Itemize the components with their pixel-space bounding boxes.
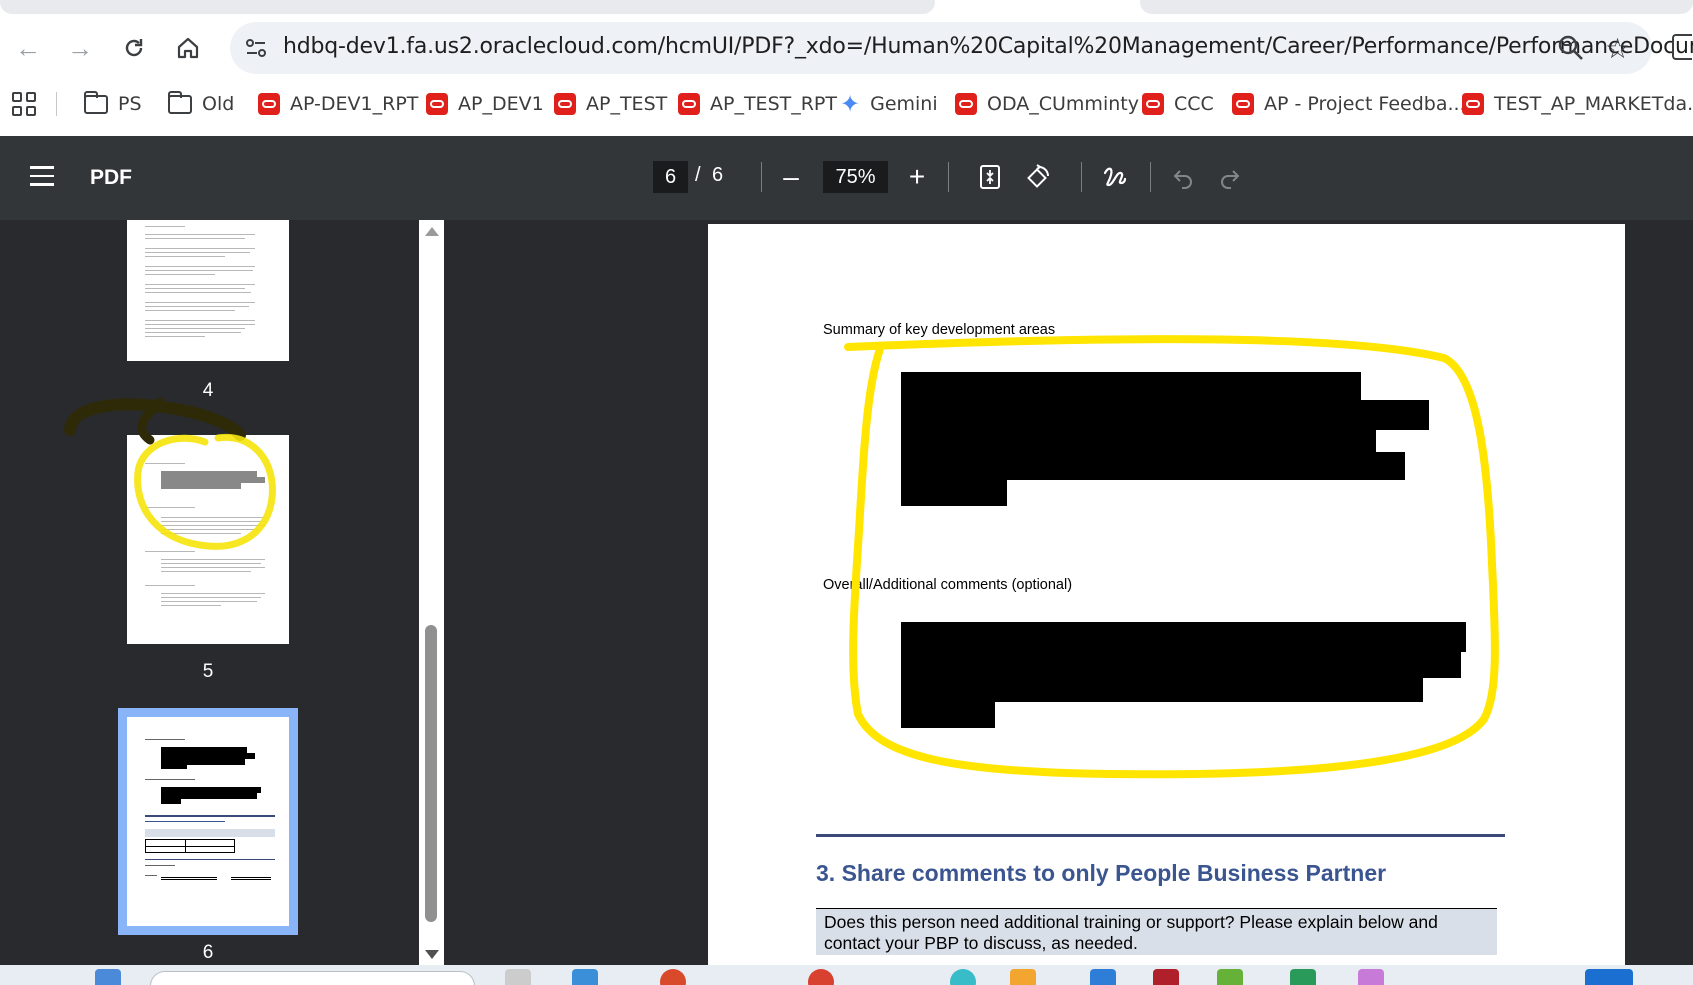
bookmark-star-icon[interactable]: ☆ — [1605, 32, 1630, 65]
redaction-block — [901, 372, 1361, 402]
page-thumbnail-4[interactable] — [127, 220, 289, 361]
redaction-block — [901, 676, 1423, 702]
rotate-icon[interactable] — [1019, 158, 1057, 196]
scroll-down-arrow-icon[interactable] — [425, 950, 439, 959]
bookmark-item[interactable]: CCC — [1142, 90, 1214, 118]
draw-annotate-icon[interactable] — [1096, 158, 1134, 196]
zoom-out-icon[interactable]: – — [772, 158, 810, 196]
gemini-icon: ✦ — [840, 90, 861, 118]
oracle-icon — [955, 93, 977, 115]
oracle-icon — [426, 93, 448, 115]
taskbar-app-icon[interactable] — [505, 969, 531, 985]
toolbar-divider — [948, 162, 949, 192]
bookmark-item[interactable]: ✦ Gemini — [840, 90, 938, 118]
scroll-up-arrow-icon[interactable] — [425, 227, 439, 236]
toolbar-divider — [1081, 162, 1082, 192]
oracle-icon — [1232, 93, 1254, 115]
toolbar-divider — [761, 162, 762, 192]
site-settings-icon[interactable] — [244, 36, 268, 60]
thumbnail-sidebar[interactable]: 4 5 6 — [0, 220, 444, 965]
taskbar-app-icon[interactable] — [1358, 969, 1384, 985]
redaction-block — [901, 400, 1429, 430]
redo-icon[interactable] — [1211, 158, 1249, 196]
taskbar-app-icon[interactable] — [1217, 969, 1243, 985]
bookmark-item[interactable]: AP_TEST_RPT — [678, 90, 837, 118]
url-text[interactable]: hdbq-dev1.fa.us2.oraclecloud.com/hcmUI/P… — [283, 34, 1693, 59]
thumbnail-page-number: 4 — [202, 380, 214, 401]
taskbar-app-icon[interactable] — [1290, 969, 1316, 985]
page-thumbnail-6[interactable] — [127, 717, 289, 926]
bookmarks-bar: PS Old AP-DEV1_RPT AP_DEV1 AP_TEST AP_TE… — [0, 84, 1693, 124]
taskbar-app-icon[interactable] — [1090, 969, 1116, 985]
bookmark-item[interactable]: TEST_AP_MARKETda... — [1462, 90, 1693, 118]
undo-icon[interactable] — [1164, 158, 1202, 196]
redaction-block — [901, 622, 1466, 652]
bookmark-item[interactable]: AP-DEV1_RPT — [258, 90, 418, 118]
pdf-title: PDF — [90, 166, 132, 189]
thumbnail-page-number: 5 — [202, 661, 214, 682]
taskbar-app-icon[interactable] — [572, 969, 598, 985]
page-thumbnail-6-selected[interactable] — [118, 708, 298, 935]
browser-tab[interactable] — [0, 0, 935, 14]
browser-chrome: ← → hdbq-dev1.fa.us2.oraclecloud.com/hcm… — [0, 0, 1693, 136]
folder-icon — [83, 90, 108, 114]
redaction-block — [901, 478, 1007, 506]
taskbar-app-icon[interactable] — [1585, 969, 1633, 985]
zoom-magnifier-icon[interactable] — [1557, 34, 1585, 62]
bookmark-item[interactable]: AP_DEV1 — [426, 90, 544, 118]
os-taskbar — [0, 965, 1693, 985]
sidebar-scrollbar[interactable] — [419, 220, 444, 965]
address-bar[interactable]: hdbq-dev1.fa.us2.oraclecloud.com/hcmUI/P… — [230, 22, 1693, 74]
section-divider — [816, 834, 1505, 837]
back-icon[interactable]: ← — [10, 30, 46, 66]
taskbar-app-icon[interactable] — [1010, 969, 1036, 985]
thumbnail-page-number: 6 — [202, 942, 214, 963]
page-separator: / — [695, 164, 701, 186]
taskbar-app-icon[interactable] — [808, 969, 834, 985]
bookmark-item[interactable]: ODA_CUmminty — [955, 90, 1139, 118]
oracle-icon — [1142, 93, 1164, 115]
browser-tab[interactable] — [1140, 0, 1693, 14]
redaction-block — [901, 428, 1376, 454]
page-number-input[interactable]: 6 — [653, 161, 688, 193]
reload-icon[interactable] — [116, 30, 152, 66]
bookmark-item[interactable]: Old — [167, 90, 234, 118]
home-icon[interactable] — [170, 30, 206, 66]
fit-page-icon[interactable] — [971, 158, 1009, 196]
oracle-icon — [678, 93, 700, 115]
bookmark-item[interactable]: AP_TEST — [554, 90, 667, 118]
taskbar-app-icon[interactable] — [1153, 969, 1179, 985]
menu-icon[interactable] — [30, 166, 54, 186]
redaction-block — [901, 700, 995, 728]
taskbar-app-icon[interactable] — [660, 969, 686, 985]
forward-icon[interactable]: → — [62, 30, 98, 66]
section-heading: 3. Share comments to only People Busines… — [816, 860, 1387, 886]
pdf-viewer[interactable]: Summary of key development areas Overall… — [444, 220, 1693, 965]
toolbar-divider — [1150, 162, 1151, 192]
windows-start-icon[interactable] — [95, 969, 121, 985]
pdf-toolbar: PDF 6 / 6 – 75% + — [0, 136, 1693, 220]
question-text: Does this person need additional trainin… — [816, 909, 1497, 955]
zoom-level-input[interactable]: 75% — [823, 161, 888, 193]
taskbar-app-icon[interactable] — [950, 969, 976, 985]
taskbar-search[interactable] — [150, 971, 475, 985]
oracle-icon — [554, 93, 576, 115]
pdf-page: Summary of key development areas Overall… — [708, 224, 1625, 965]
oracle-icon — [1462, 93, 1484, 115]
page-thumbnail-5[interactable] — [127, 435, 289, 644]
oracle-icon — [258, 93, 280, 115]
bookmark-item[interactable]: PS — [83, 90, 142, 118]
redaction-block — [901, 452, 1405, 480]
scrollbar-thumb[interactable] — [425, 625, 437, 922]
redaction-block — [901, 650, 1461, 678]
bookmark-item[interactable]: AP - Project Feedba... — [1232, 90, 1466, 118]
summary-label: Summary of key development areas — [823, 322, 1056, 338]
folder-icon — [167, 90, 192, 114]
comments-label: Overall/Additional comments (optional) — [823, 577, 1073, 593]
page-total: 6 — [712, 164, 724, 186]
zoom-in-icon[interactable]: + — [898, 158, 936, 196]
extensions-icon[interactable] — [1672, 34, 1692, 60]
